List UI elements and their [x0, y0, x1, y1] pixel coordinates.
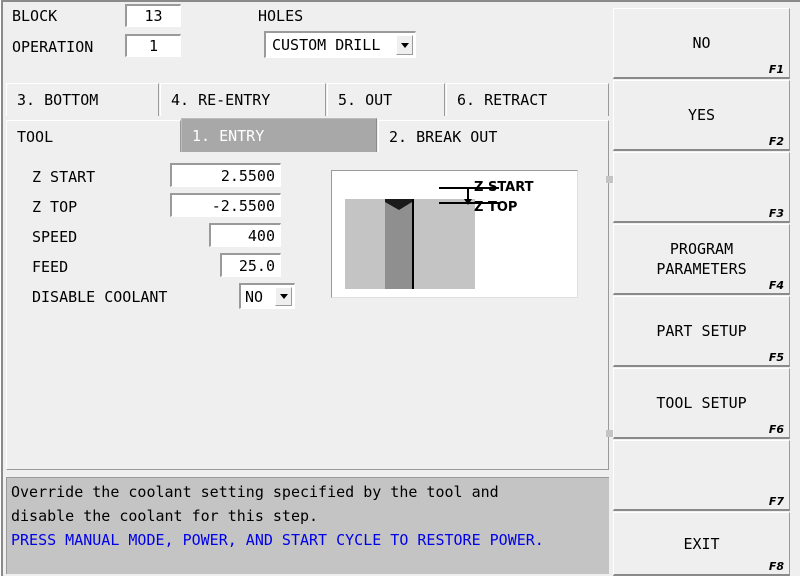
fkey-f1-no[interactable]: NO F1	[613, 8, 790, 79]
z-start-label: Z START	[32, 168, 96, 186]
fkey-f2-label: YES	[687, 106, 716, 124]
fkey-f1-number: F1	[768, 63, 784, 76]
fkey-f3-empty[interactable]: F3	[613, 152, 790, 223]
cnc-control-screen: BLOCK 13 OPERATION 1 HOLES CUSTOM DRILL …	[0, 0, 800, 576]
holes-label: HOLES	[258, 7, 304, 25]
z-top-input[interactable]: -2.5500	[170, 193, 281, 217]
tab-tool[interactable]: TOOL	[6, 120, 181, 153]
feed-label: FEED	[32, 258, 69, 276]
window-frame-left	[0, 0, 3, 576]
operation-label: OPERATION	[12, 38, 94, 56]
fkey-f5-number: F5	[768, 351, 784, 364]
fkey-f8-exit[interactable]: EXIT F8	[613, 512, 790, 576]
tab-bottom[interactable]: 3. BOTTOM	[6, 83, 159, 116]
status-message: PRESS MANUAL MODE, POWER, AND START CYCL…	[11, 531, 544, 549]
holes-type-value: CUSTOM DRILL	[272, 36, 381, 54]
tab-re-entry[interactable]: 4. RE-ENTRY	[160, 83, 326, 116]
drill-point-notch-icon	[385, 199, 412, 210]
disable-coolant-dropdown[interactable]: NO	[239, 283, 295, 309]
fkey-f3-number: F3	[768, 207, 784, 220]
diagram-z-top-label: Z TOP	[474, 200, 518, 215]
fkey-f5-part-setup[interactable]: PART SETUP F5	[613, 296, 790, 367]
drilled-hole-shape	[385, 199, 412, 289]
z-top-label: Z TOP	[32, 198, 78, 216]
block-label: BLOCK	[12, 7, 58, 25]
disable-coolant-label: DISABLE COOLANT	[32, 288, 168, 306]
tab-break-out[interactable]: 2. BREAK OUT	[378, 120, 609, 153]
fkey-f6-number: F6	[768, 423, 784, 436]
fkey-f7-empty[interactable]: F7	[613, 440, 790, 511]
chevron-down-icon[interactable]	[396, 35, 413, 55]
tab-entry[interactable]: 1. ENTRY	[181, 118, 377, 153]
fkey-f2-number: F2	[768, 135, 784, 148]
tab-retract[interactable]: 6. RETRACT	[446, 83, 609, 116]
fkey-f7-number: F7	[768, 495, 784, 508]
help-text-line-1: Override the coolant setting specified b…	[11, 483, 499, 501]
diagram-z-start-label: Z START	[474, 180, 534, 195]
speed-label: SPEED	[32, 228, 78, 246]
tab-out[interactable]: 5. OUT	[327, 83, 445, 116]
chevron-down-icon[interactable]	[275, 287, 292, 306]
holes-type-dropdown[interactable]: CUSTOM DRILL	[264, 31, 416, 58]
fkey-f8-number: F8	[768, 560, 784, 573]
depth-arrow-head-icon	[464, 199, 472, 205]
fkey-f2-yes[interactable]: YES F2	[613, 80, 790, 151]
fkey-f4-program-parameters[interactable]: PROGRAM PARAMETERS F4	[613, 224, 790, 295]
block-value-field[interactable]: 13	[125, 4, 181, 27]
fkey-f1-label: NO	[692, 34, 711, 52]
fkey-f4-label: PROGRAM PARAMETERS	[656, 240, 747, 278]
speed-input[interactable]: 400	[209, 223, 281, 247]
fkey-f6-label: TOOL SETUP	[656, 394, 747, 412]
fkey-f6-tool-setup[interactable]: TOOL SETUP F6	[613, 368, 790, 439]
feed-input[interactable]: 25.0	[220, 253, 281, 277]
fkey-f4-number: F4	[768, 279, 784, 292]
operation-value-field[interactable]: 1	[125, 34, 181, 57]
help-text-line-2: disable the coolant for this step.	[11, 507, 319, 525]
entry-depth-diagram: Z START Z TOP	[331, 170, 578, 298]
disable-coolant-value: NO	[245, 287, 264, 306]
hole-edge-line	[412, 199, 414, 289]
fkey-f8-label: EXIT	[683, 534, 720, 553]
fkey-f5-label: PART SETUP	[656, 322, 747, 340]
function-key-panel: NO F1 YES F2 F3 PROGRAM PARAMETERS F4 PA…	[613, 2, 800, 576]
z-start-input[interactable]: 2.5500	[170, 163, 281, 187]
status-bar: Override the coolant setting specified b…	[6, 477, 609, 574]
